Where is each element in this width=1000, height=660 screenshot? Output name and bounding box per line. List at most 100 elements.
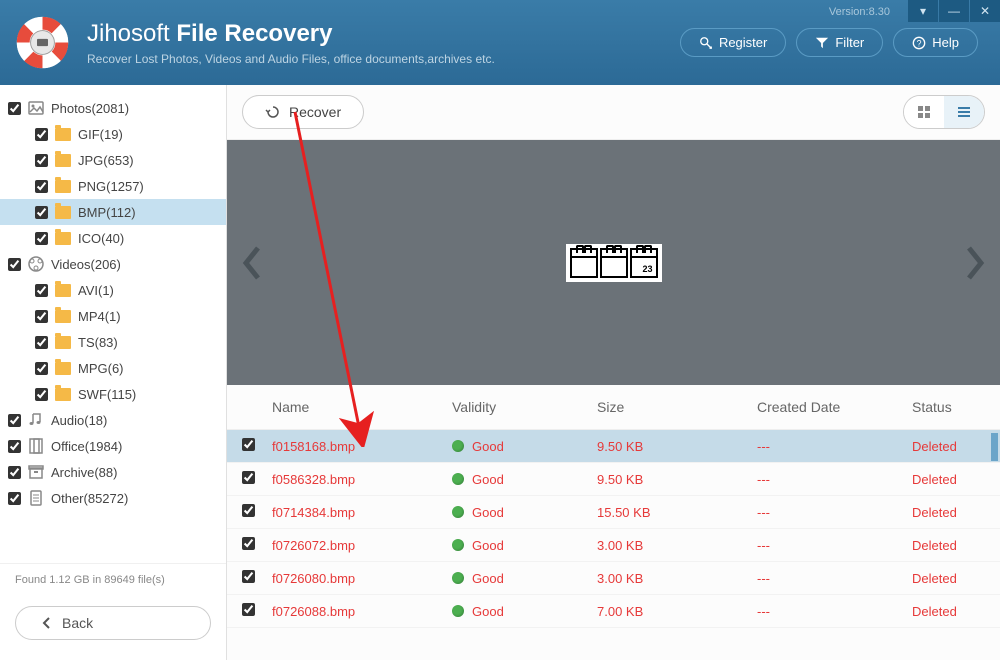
scrollbar-thumb[interactable] xyxy=(991,433,998,461)
folder-icon xyxy=(54,151,72,169)
created-date: --- xyxy=(757,538,912,553)
created-date: --- xyxy=(757,604,912,619)
toolbar: Recover xyxy=(227,85,1000,140)
minimize-window-button[interactable]: — xyxy=(939,0,969,22)
category-checkbox[interactable] xyxy=(8,440,21,453)
created-date: --- xyxy=(757,439,912,454)
video-icon xyxy=(27,255,45,273)
subcategory-item[interactable]: PNG(1257) xyxy=(0,173,226,199)
subcategory-checkbox[interactable] xyxy=(35,128,48,141)
category-label: Audio(18) xyxy=(51,413,107,428)
subcategory-item[interactable]: SWF(115) xyxy=(0,381,226,407)
table-row[interactable]: f0158168.bmp Good 9.50 KB --- Deleted xyxy=(227,430,1000,463)
validity-dot-icon xyxy=(452,473,464,485)
file-size: 9.50 KB xyxy=(597,472,757,487)
close-window-button[interactable]: ✕ xyxy=(970,0,1000,22)
preview-thumbnail: 23 xyxy=(566,244,662,282)
row-checkbox[interactable] xyxy=(242,537,255,550)
subcategory-checkbox[interactable] xyxy=(35,362,48,375)
subcategory-checkbox[interactable] xyxy=(35,388,48,401)
table-row[interactable]: f0586328.bmp Good 9.50 KB --- Deleted xyxy=(227,463,1000,496)
row-checkbox[interactable] xyxy=(242,504,255,517)
subcategory-item[interactable]: GIF(19) xyxy=(0,121,226,147)
folder-icon xyxy=(54,281,72,299)
category-checkbox[interactable] xyxy=(8,258,21,271)
preview-prev-button[interactable] xyxy=(237,238,267,288)
table-row[interactable]: f0726088.bmp Good 7.00 KB --- Deleted xyxy=(227,595,1000,628)
file-size: 3.00 KB xyxy=(597,571,757,586)
subcategory-checkbox[interactable] xyxy=(35,206,48,219)
file-status: Deleted xyxy=(912,571,985,586)
created-date: --- xyxy=(757,571,912,586)
subcategory-item[interactable]: BMP(112) xyxy=(0,199,226,225)
calendar-icon: 23 xyxy=(630,248,658,278)
category-item[interactable]: Other(85272) xyxy=(0,485,226,511)
filter-button[interactable]: Filter xyxy=(796,28,883,57)
folder-icon xyxy=(54,385,72,403)
register-button[interactable]: Register xyxy=(680,28,786,57)
table-row[interactable]: f0714384.bmp Good 15.50 KB --- Deleted xyxy=(227,496,1000,529)
subcategory-label: MP4(1) xyxy=(78,309,121,324)
validity-cell: Good xyxy=(452,472,597,487)
list-view-button[interactable] xyxy=(944,96,984,128)
col-status-header[interactable]: Status xyxy=(912,399,985,415)
category-checkbox[interactable] xyxy=(8,414,21,427)
found-files-info: Found 1.12 GB in 89649 file(s) xyxy=(0,563,226,596)
category-item[interactable]: Office(1984) xyxy=(0,433,226,459)
col-size-header[interactable]: Size xyxy=(597,399,757,415)
category-item[interactable]: Archive(88) xyxy=(0,459,226,485)
audio-icon xyxy=(27,411,45,429)
dropdown-window-button[interactable]: ▾ xyxy=(908,0,938,22)
row-checkbox[interactable] xyxy=(242,570,255,583)
row-checkbox[interactable] xyxy=(242,438,255,451)
subcategory-checkbox[interactable] xyxy=(35,154,48,167)
folder-icon xyxy=(54,229,72,247)
subcategory-checkbox[interactable] xyxy=(35,180,48,193)
row-checkbox[interactable] xyxy=(242,603,255,616)
file-status: Deleted xyxy=(912,439,985,454)
subcategory-item[interactable]: AVI(1) xyxy=(0,277,226,303)
subcategory-checkbox[interactable] xyxy=(35,310,48,323)
recover-button[interactable]: Recover xyxy=(242,95,364,129)
category-item[interactable]: Videos(206) xyxy=(0,251,226,277)
subcategory-item[interactable]: TS(83) xyxy=(0,329,226,355)
table-row[interactable]: f0726080.bmp Good 3.00 KB --- Deleted xyxy=(227,562,1000,595)
file-status: Deleted xyxy=(912,538,985,553)
preview-next-button[interactable] xyxy=(960,238,990,288)
app-subtitle: Recover Lost Photos, Videos and Audio Fi… xyxy=(87,52,680,66)
sidebar: Photos(2081)GIF(19)JPG(653) PNG(1257) BMP(… xyxy=(0,85,227,660)
col-validity-header[interactable]: Validity xyxy=(452,399,597,415)
subcategory-item[interactable]: MPG(6) xyxy=(0,355,226,381)
subcategory-item[interactable]: ICO(40) xyxy=(0,225,226,251)
help-button[interactable]: ?Help xyxy=(893,28,978,57)
created-date: --- xyxy=(757,472,912,487)
subcategory-item[interactable]: JPG(653) xyxy=(0,147,226,173)
subcategory-checkbox[interactable] xyxy=(35,336,48,349)
category-item[interactable]: Photos(2081) xyxy=(0,95,226,121)
validity-dot-icon xyxy=(452,605,464,617)
file-name: f0726088.bmp xyxy=(272,604,452,619)
subcategory-label: PNG(1257) xyxy=(78,179,144,194)
category-checkbox[interactable] xyxy=(8,102,21,115)
col-created-header[interactable]: Created Date xyxy=(757,399,912,415)
version-label: Version:8.30 xyxy=(829,6,890,18)
view-toggle xyxy=(903,95,985,129)
grid-view-button[interactable] xyxy=(904,96,944,128)
subcategory-checkbox[interactable] xyxy=(35,284,48,297)
photo-icon xyxy=(27,99,45,117)
category-checkbox[interactable] xyxy=(8,466,21,479)
row-checkbox[interactable] xyxy=(242,471,255,484)
category-item[interactable]: Audio(18) xyxy=(0,407,226,433)
category-label: Other(85272) xyxy=(51,491,128,506)
back-button[interactable]: Back xyxy=(15,606,211,640)
recover-icon xyxy=(265,104,281,120)
subcategory-checkbox[interactable] xyxy=(35,232,48,245)
table-row[interactable]: f0726072.bmp Good 3.00 KB --- Deleted xyxy=(227,529,1000,562)
subcategory-item[interactable]: MP4(1) xyxy=(0,303,226,329)
file-table: Name Validity Size Created Date Status f… xyxy=(227,385,1000,660)
category-checkbox[interactable] xyxy=(8,492,21,505)
table-header: Name Validity Size Created Date Status xyxy=(227,385,1000,430)
file-name: f0726080.bmp xyxy=(272,571,452,586)
col-name-header[interactable]: Name xyxy=(272,399,452,415)
app-title: Jihosoft File Recovery xyxy=(87,20,680,48)
